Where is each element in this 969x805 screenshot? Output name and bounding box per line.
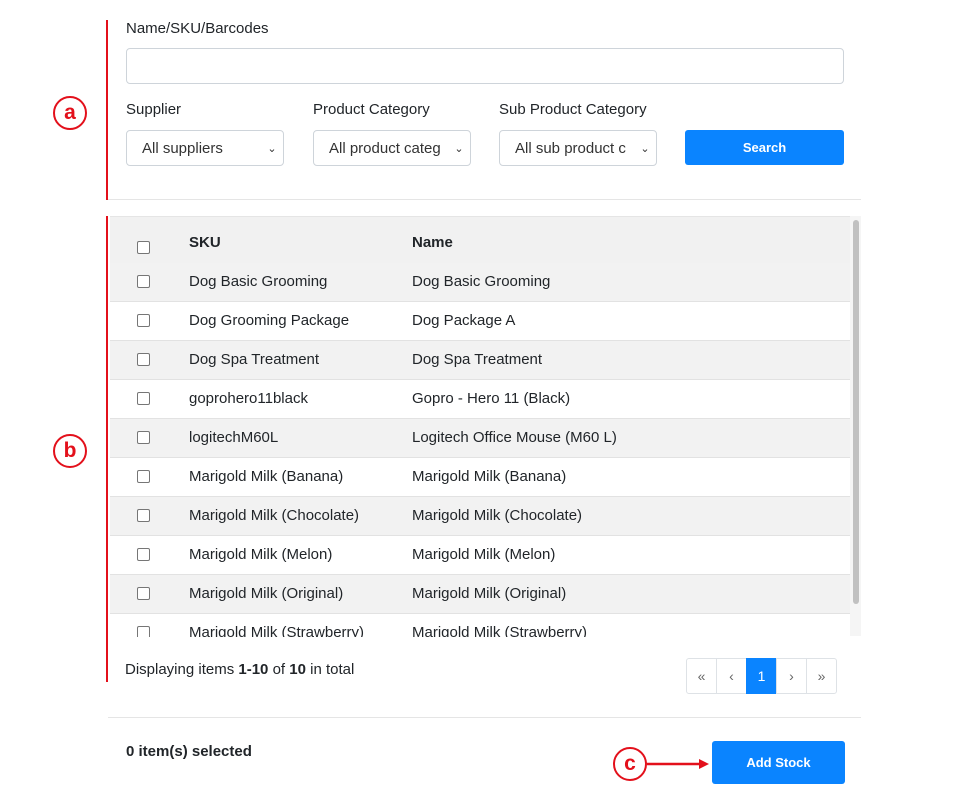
product-table: SKU Name Dog Basic Grooming Dog Basic Gro… (110, 216, 861, 637)
table-row[interactable]: goprohero11black Gopro - Hero 11 (Black) (110, 380, 850, 419)
table-header: SKU Name (110, 217, 850, 265)
name-sku-input[interactable] (126, 48, 844, 84)
table-row[interactable]: Marigold Milk (Strawberry) Marigold Milk … (110, 614, 850, 637)
add-stock-button[interactable]: Add Stock (712, 741, 845, 784)
cell-name: Marigold Milk (Original) (412, 585, 567, 602)
cell-sku: goprohero11black (189, 390, 308, 407)
cell-sku: Marigold Milk (Banana) (189, 468, 344, 485)
cell-name: Dog Basic Grooming (412, 273, 551, 290)
table-row[interactable]: Marigold Milk (Chocolate) Marigold Milk (… (110, 497, 850, 536)
name-sku-label: Name/SKU/Barcodes (126, 20, 269, 37)
row-checkbox[interactable] (137, 314, 150, 327)
row-checkbox[interactable] (137, 275, 150, 288)
supplier-select[interactable]: All suppliers ⌄ (126, 130, 284, 166)
cell-sku: Dog Spa Treatment (189, 351, 320, 368)
annotation-c: c (613, 747, 647, 781)
cell-sku: Dog Grooming Package (189, 312, 350, 329)
row-checkbox[interactable] (137, 548, 150, 561)
cell-name: Dog Spa Treatment (412, 351, 543, 368)
divider (108, 199, 861, 200)
display-count-text: Displaying items 1-10 of 10 in total (125, 661, 354, 678)
column-header-sku: SKU (189, 234, 221, 251)
cell-name: Gopro - Hero 11 (Black) (412, 390, 571, 407)
supplier-select-value: All suppliers (142, 139, 223, 157)
chevron-down-icon: ⌄ (267, 142, 277, 155)
annotation-b: b (53, 434, 87, 468)
product-category-label: Product Category (313, 101, 430, 118)
row-checkbox[interactable] (137, 470, 150, 483)
display-suffix: in total (305, 661, 355, 678)
table-row[interactable]: Marigold Milk (Banana) Marigold Milk (Ban… (110, 458, 850, 497)
annotation-bar-a (106, 20, 108, 200)
cell-sku: Marigold Milk (Original) (189, 585, 344, 602)
cell-sku: Dog Basic Grooming (189, 273, 328, 290)
footer-divider (108, 717, 861, 718)
table-row[interactable]: Dog Spa Treatment Dog Spa Treatment (110, 341, 850, 380)
cell-sku: Marigold Milk (Melon) (189, 546, 333, 563)
display-range: 1-10 (238, 661, 269, 678)
annotation-arrow-icon (647, 759, 709, 769)
table-row[interactable]: Dog Grooming Package Dog Package A (110, 302, 850, 341)
product-category-select[interactable]: All product categ ⌄ (313, 130, 471, 166)
search-button[interactable]: Search (685, 130, 844, 165)
row-checkbox[interactable] (137, 392, 150, 405)
chevron-down-icon: ⌄ (640, 142, 650, 155)
cell-name: Marigold Milk (Banana) (412, 468, 567, 485)
column-header-name: Name (412, 234, 453, 251)
pagination-prev-button[interactable]: ‹ (716, 658, 747, 694)
row-checkbox[interactable] (137, 587, 150, 600)
sub-product-category-label: Sub Product Category (499, 101, 647, 118)
table-row[interactable]: Marigold Milk (Original) Marigold Milk (O… (110, 575, 850, 614)
pagination: « ‹ 1 › » (686, 658, 837, 694)
display-of: of (268, 661, 290, 678)
sub-product-category-select[interactable]: All sub product c ⌄ (499, 130, 657, 166)
annotation-a: a (53, 96, 87, 130)
cell-name: Marigold Milk (Chocolate) (412, 507, 583, 524)
selected-count: 0 item(s) selected (126, 743, 252, 760)
cell-sku: Marigold Milk (Chocolate) (189, 507, 360, 524)
cell-sku: Marigold Milk (Strawberry) (189, 624, 365, 637)
row-checkbox[interactable] (137, 353, 150, 366)
cell-name: Marigold Milk (Melon) (412, 546, 556, 563)
pagination-last-button[interactable]: » (806, 658, 837, 694)
cell-name: Logitech Office Mouse (M60 L) (412, 429, 617, 446)
chevron-down-icon: ⌄ (454, 142, 464, 155)
product-category-select-value: All product categ (329, 139, 441, 157)
row-checkbox[interactable] (137, 509, 150, 522)
cell-name: Marigold Milk (Strawberry) (412, 624, 588, 637)
select-all-checkbox[interactable] (137, 241, 150, 254)
annotation-bar-b (106, 216, 108, 682)
display-prefix: Displaying items (125, 661, 239, 678)
table-row[interactable]: Marigold Milk (Melon) Marigold Milk (Melo… (110, 536, 850, 575)
display-total: 10 (289, 661, 306, 678)
pagination-next-button[interactable]: › (776, 658, 807, 694)
cell-name: Dog Package A (412, 312, 516, 329)
row-checkbox[interactable] (137, 626, 150, 637)
supplier-label: Supplier (126, 101, 182, 118)
cell-sku: logitechM60L (189, 429, 279, 446)
pagination-page-1[interactable]: 1 (746, 658, 777, 694)
pagination-first-button[interactable]: « (686, 658, 717, 694)
table-scrollbar-thumb[interactable] (853, 220, 859, 604)
table-row[interactable]: logitechM60L Logitech Office Mouse (M60 L… (110, 419, 850, 458)
row-checkbox[interactable] (137, 431, 150, 444)
sub-product-category-select-value: All sub product c (515, 139, 626, 157)
table-row[interactable]: Dog Basic Grooming Dog Basic Grooming (110, 263, 850, 302)
